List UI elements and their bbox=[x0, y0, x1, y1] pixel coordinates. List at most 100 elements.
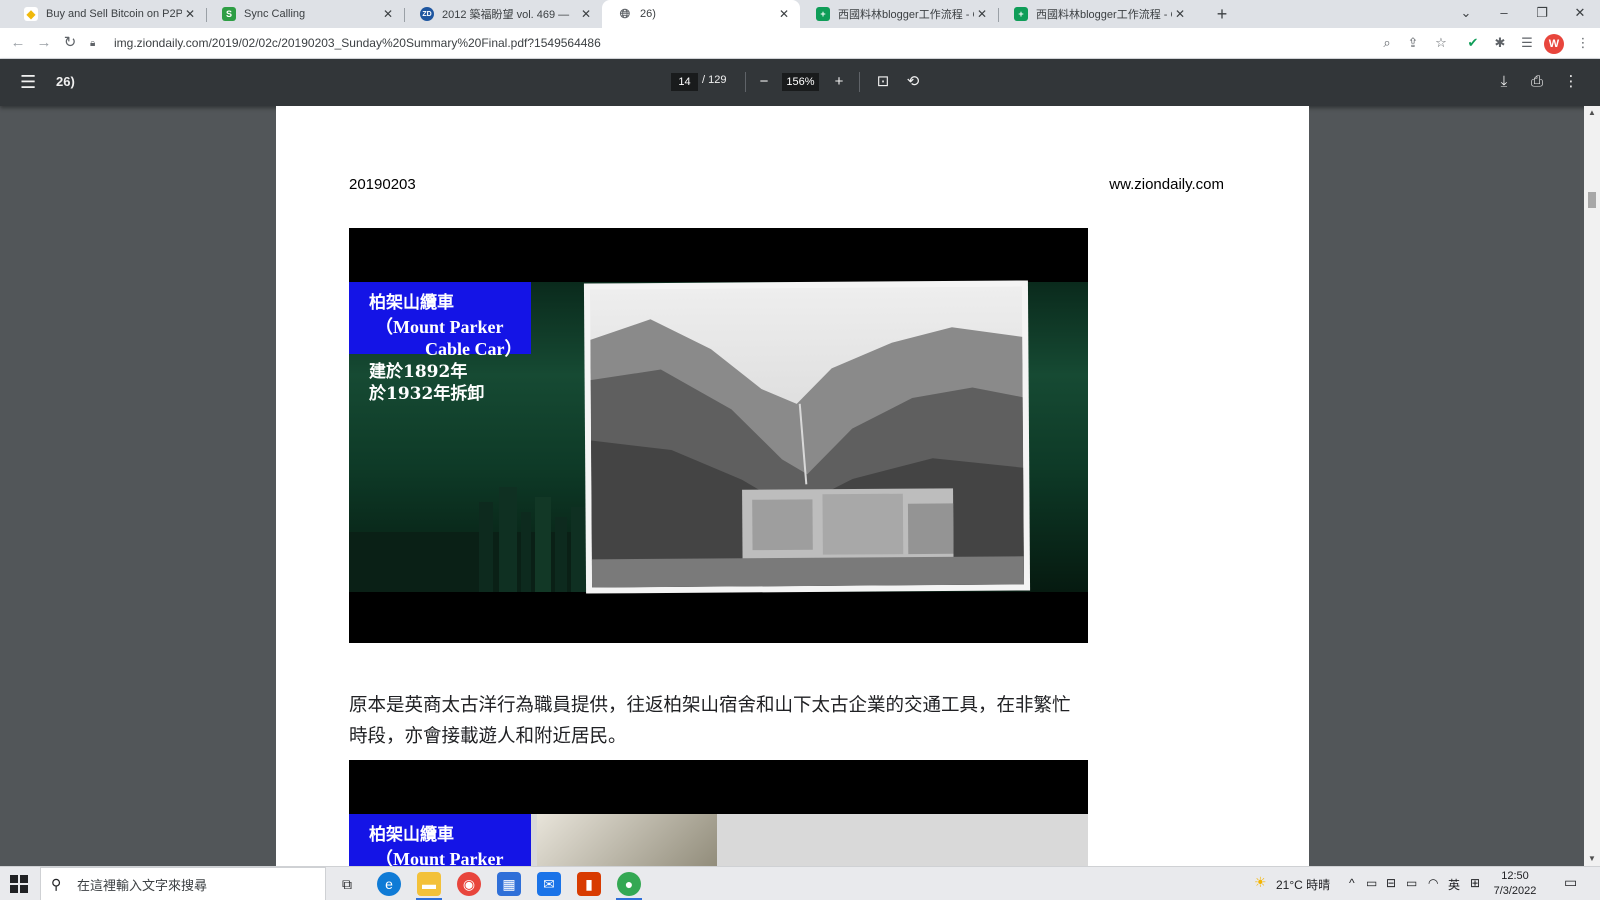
mail-icon[interactable]: ✉ bbox=[537, 872, 561, 896]
ime-language-indicator[interactable]: 英 bbox=[1448, 876, 1460, 893]
tab-title: Sync Calling bbox=[244, 8, 306, 20]
weather-text[interactable]: 21°C 時晴 bbox=[1276, 876, 1330, 893]
pdf-sidebar-menu-icon[interactable]: ☰ bbox=[20, 72, 38, 92]
mountain-photo-graphic bbox=[589, 286, 1025, 588]
close-tab-icon[interactable]: ✕ bbox=[380, 7, 396, 21]
extensions-puzzle-icon[interactable]: ✱ bbox=[1489, 32, 1511, 54]
address-bar[interactable]: 🔒︎ img.ziondaily.com/2019/02/02c/2019020… bbox=[90, 31, 1580, 55]
close-window-button[interactable]: ✕ bbox=[1562, 0, 1598, 28]
tab-binance[interactable]: ◆ Buy and Sell Bitcoin on P2P | Lo ✕ bbox=[8, 0, 206, 28]
toolbar-divider bbox=[859, 72, 860, 92]
notifications-icon[interactable]: ▭ bbox=[1564, 874, 1577, 891]
meet-now-icon[interactable]: ▭ bbox=[1366, 876, 1377, 890]
tab-strip: ◆ Buy and Sell Bitcoin on P2P | Lo ✕ S S… bbox=[0, 0, 1600, 28]
url-text[interactable]: img.ziondaily.com/2019/02/02c/20190203_S… bbox=[114, 36, 601, 50]
windows-taskbar: ⚲ 在這裡輸入文字來搜尋 ⧉ e ▬ ◉ ▦ ✉ ▮ ● ☀ 21°C 時晴 ^… bbox=[0, 866, 1600, 900]
back-button[interactable]: ← bbox=[8, 33, 28, 53]
store-icon[interactable]: ▦ bbox=[497, 872, 521, 896]
scroll-up-icon[interactable]: ▲ bbox=[1587, 108, 1597, 118]
battery-icon[interactable]: ▭ bbox=[1406, 876, 1417, 890]
chrome-icon[interactable]: ● bbox=[617, 872, 641, 896]
file-explorer-icon[interactable]: ▬ bbox=[417, 872, 441, 896]
tab-sheets-2[interactable]: + 西國料林blogger工作流程 - Goo ✕ bbox=[998, 0, 1196, 28]
device-icon[interactable]: ⊟ bbox=[1386, 876, 1396, 890]
site-icon: ZD bbox=[420, 7, 434, 21]
tab-sheets-1[interactable]: + 西國料林blogger工作流程 - Goo ✕ bbox=[800, 0, 998, 28]
caption-title-cn: 柏架山纜車 bbox=[369, 825, 454, 845]
body-paragraph: 原本是英商太古洋行為職員提供，往返柏架山宿舍和山下太古企業的交通工具，在非繁忙時… bbox=[349, 695, 1071, 747]
browser-menu-icon[interactable]: ⋮ bbox=[1572, 32, 1594, 54]
sync-calling-icon: S bbox=[222, 7, 236, 21]
tab-title: 西國料林blogger工作流程 - Goo bbox=[838, 9, 974, 21]
caption-title-en: （Mount Parker bbox=[375, 849, 504, 866]
reading-list-icon[interactable]: ☰ bbox=[1516, 32, 1538, 54]
page-header-site: ww.ziondaily.com bbox=[1109, 176, 1224, 193]
city-skyline-graphic bbox=[349, 487, 589, 592]
tab-title: 西國料林blogger工作流程 - Goo bbox=[1036, 9, 1172, 21]
wifi-icon[interactable]: ◠ bbox=[1428, 876, 1438, 890]
weather-icon[interactable]: ☀ bbox=[1254, 874, 1267, 891]
page-total: / 129 bbox=[702, 74, 727, 86]
reload-button[interactable]: ↻ bbox=[60, 33, 80, 53]
pdf-page: 20190203 ww.ziondaily.com 柏架山纜車 （Mount P… bbox=[276, 106, 1309, 866]
ime-mode-icon[interactable]: ⊞ bbox=[1470, 876, 1480, 890]
browser-toolbar: ← → ↻ 🔒︎ img.ziondaily.com/2019/02/02c/2… bbox=[0, 28, 1600, 59]
close-tab-icon[interactable]: ✕ bbox=[578, 7, 594, 21]
photo-fragment bbox=[537, 814, 717, 866]
forward-button[interactable]: → bbox=[34, 33, 54, 53]
pdf-title: 26) bbox=[56, 74, 75, 89]
video-still: 柏架山纜車 （Mount Parker Cable Car） 建於1892年 於… bbox=[349, 280, 1088, 594]
taskbar-search-placeholder[interactable]: 在這裡輸入文字來搜尋 bbox=[77, 875, 207, 894]
minimize-button[interactable]: – bbox=[1486, 0, 1522, 28]
task-view-icon[interactable]: ⧉ bbox=[335, 872, 359, 896]
taskbar-search[interactable]: ⚲ 在這裡輸入文字來搜尋 bbox=[40, 867, 326, 900]
share-icon[interactable]: ⇪ bbox=[1402, 32, 1424, 54]
rotate-icon[interactable]: ⟲ bbox=[903, 72, 923, 92]
tray-chevron-icon[interactable]: ^ bbox=[1349, 876, 1355, 890]
new-tab-button[interactable]: + bbox=[1212, 4, 1232, 24]
print-icon[interactable]: ⎙ bbox=[1527, 72, 1547, 92]
close-tab-icon[interactable]: ✕ bbox=[974, 7, 990, 21]
historic-photo bbox=[583, 280, 1031, 594]
close-tab-icon[interactable]: ✕ bbox=[776, 7, 792, 21]
vertical-scrollbar[interactable]: ▲ ▼ bbox=[1584, 106, 1600, 866]
zoom-out-button[interactable]: − bbox=[754, 72, 774, 92]
tab-pdf-active[interactable]: 🌐︎ 26) ✕ bbox=[602, 0, 800, 28]
taskbar-clock[interactable]: 12:50 7/3/2022 bbox=[1480, 869, 1550, 899]
zoom-icon[interactable]: ⌕ bbox=[1376, 32, 1398, 54]
pdf-toolbar: ☰ 26) 14 / 129 − 156% + ⊡ ⟲ ⤓ ⎙ ⋮ bbox=[0, 59, 1600, 106]
search-icon: ⚲ bbox=[51, 875, 62, 892]
tab-sync-calling[interactable]: S Sync Calling ✕ bbox=[206, 0, 404, 28]
clock-date: 7/3/2022 bbox=[1493, 885, 1537, 897]
page-header-date: 20190203 bbox=[349, 176, 416, 193]
restore-button[interactable]: ❐ bbox=[1524, 0, 1560, 28]
figure-cable-car-2: 柏架山纜車 （Mount Parker bbox=[349, 760, 1088, 866]
chrome-alt-icon[interactable]: ◉ bbox=[457, 872, 481, 896]
profile-avatar[interactable]: W bbox=[1544, 34, 1564, 54]
close-tab-icon[interactable]: ✕ bbox=[182, 7, 198, 21]
fit-to-page-icon[interactable]: ⊡ bbox=[873, 72, 893, 92]
extension-check-icon[interactable]: ✔ bbox=[1462, 32, 1484, 54]
toolbar-divider bbox=[745, 72, 746, 92]
close-tab-icon[interactable]: ✕ bbox=[1172, 7, 1188, 21]
bookmark-star-icon[interactable]: ☆ bbox=[1430, 32, 1452, 54]
download-icon[interactable]: ⤓ bbox=[1494, 72, 1514, 92]
binance-icon: ◆ bbox=[24, 7, 38, 21]
zoom-level-input[interactable]: 156% bbox=[782, 73, 819, 91]
tab-title: 26) bbox=[640, 8, 656, 20]
tab-zion-daily[interactable]: ZD 2012 築福盼望 vol. 469 — 「重 ✕ bbox=[404, 0, 602, 28]
tab-title: Buy and Sell Bitcoin on P2P | Lo bbox=[46, 8, 182, 20]
google-sheets-icon: + bbox=[816, 7, 830, 21]
page-number-input[interactable]: 14 bbox=[671, 73, 698, 91]
caption-demolished-year: 於1932年拆卸 bbox=[369, 384, 485, 404]
lock-icon[interactable]: 🔒︎ bbox=[90, 38, 104, 49]
windows-start-icon[interactable] bbox=[10, 875, 28, 893]
globe-icon: 🌐︎ bbox=[618, 6, 632, 21]
zoom-in-button[interactable]: + bbox=[829, 72, 849, 92]
more-actions-icon[interactable]: ⋮ bbox=[1561, 72, 1581, 92]
scroll-down-icon[interactable]: ▼ bbox=[1587, 854, 1597, 864]
scroll-thumb[interactable] bbox=[1588, 192, 1596, 208]
edge-icon[interactable]: e bbox=[377, 872, 401, 896]
office-icon[interactable]: ▮ bbox=[577, 872, 601, 896]
tab-search-button[interactable]: ⌄ bbox=[1448, 0, 1484, 28]
